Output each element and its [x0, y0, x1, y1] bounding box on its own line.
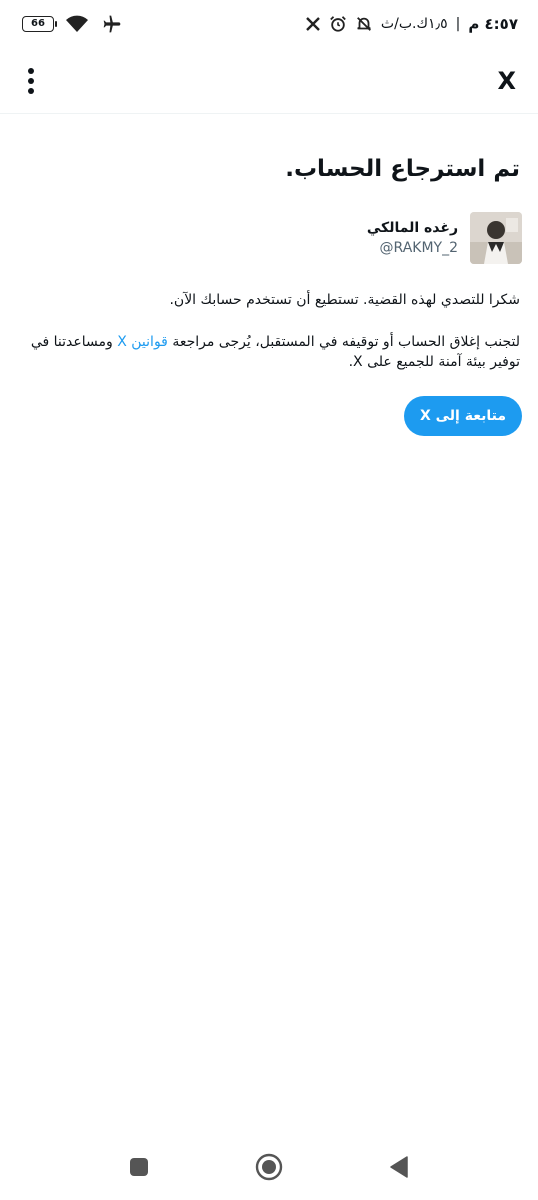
nav-back-button[interactable]	[383, 1151, 415, 1183]
status-left: 66	[22, 14, 124, 34]
confirmation-text: شكرا للتصدي لهذه القضية. تستطيع أن تستخد…	[169, 292, 520, 308]
x-rules-link[interactable]: قوانين X	[117, 334, 168, 350]
avatar	[470, 212, 522, 264]
status-bar: 66 ٤:٥٧ م | ١٫٥ك.ب/ث	[0, 0, 538, 48]
status-right: ٤:٥٧ م | ١٫٥ك.ب/ث	[305, 15, 518, 33]
page-title: تم استرجاع الحساب.	[285, 156, 520, 182]
more-options-button[interactable]	[18, 63, 44, 99]
nav-home-button[interactable]	[253, 1151, 285, 1183]
app-bar: X	[0, 48, 538, 114]
main-content: تم استرجاع الحساب. رغده المالكي @RAKMY_2…	[0, 114, 538, 436]
account-card: رغده المالكي @RAKMY_2	[16, 212, 522, 264]
separator: |	[455, 16, 461, 32]
battery-indicator: 66	[22, 16, 57, 32]
back-icon	[390, 1156, 408, 1178]
account-info: رغده المالكي @RAKMY_2	[367, 218, 458, 258]
account-name: رغده المالكي	[366, 220, 458, 236]
clock: ٤:٥٧ م	[468, 15, 518, 33]
policy-text-before: لتجنب إغلاق الحساب أو توقيفه في المستقبل…	[167, 334, 520, 350]
recents-icon	[130, 1158, 148, 1176]
policy-text: لتجنب إغلاق الحساب أو توقيفه في المستقبل…	[18, 332, 520, 372]
x-logo-icon	[305, 16, 321, 32]
close-button[interactable]: X	[497, 67, 516, 95]
network-speed: ١٫٥ك.ب/ث	[380, 16, 448, 32]
account-handle: @RAKMY_2	[379, 240, 458, 256]
home-icon	[255, 1153, 283, 1181]
mute-icon	[355, 15, 373, 33]
system-navigation-bar	[0, 1134, 538, 1200]
alarm-icon	[329, 15, 347, 33]
nav-recents-button[interactable]	[123, 1151, 155, 1183]
more-vertical-icon	[28, 67, 34, 94]
airplane-icon	[100, 14, 124, 34]
continue-to-x-button[interactable]: متابعة إلى X	[404, 396, 522, 436]
wifi-icon	[64, 14, 90, 34]
